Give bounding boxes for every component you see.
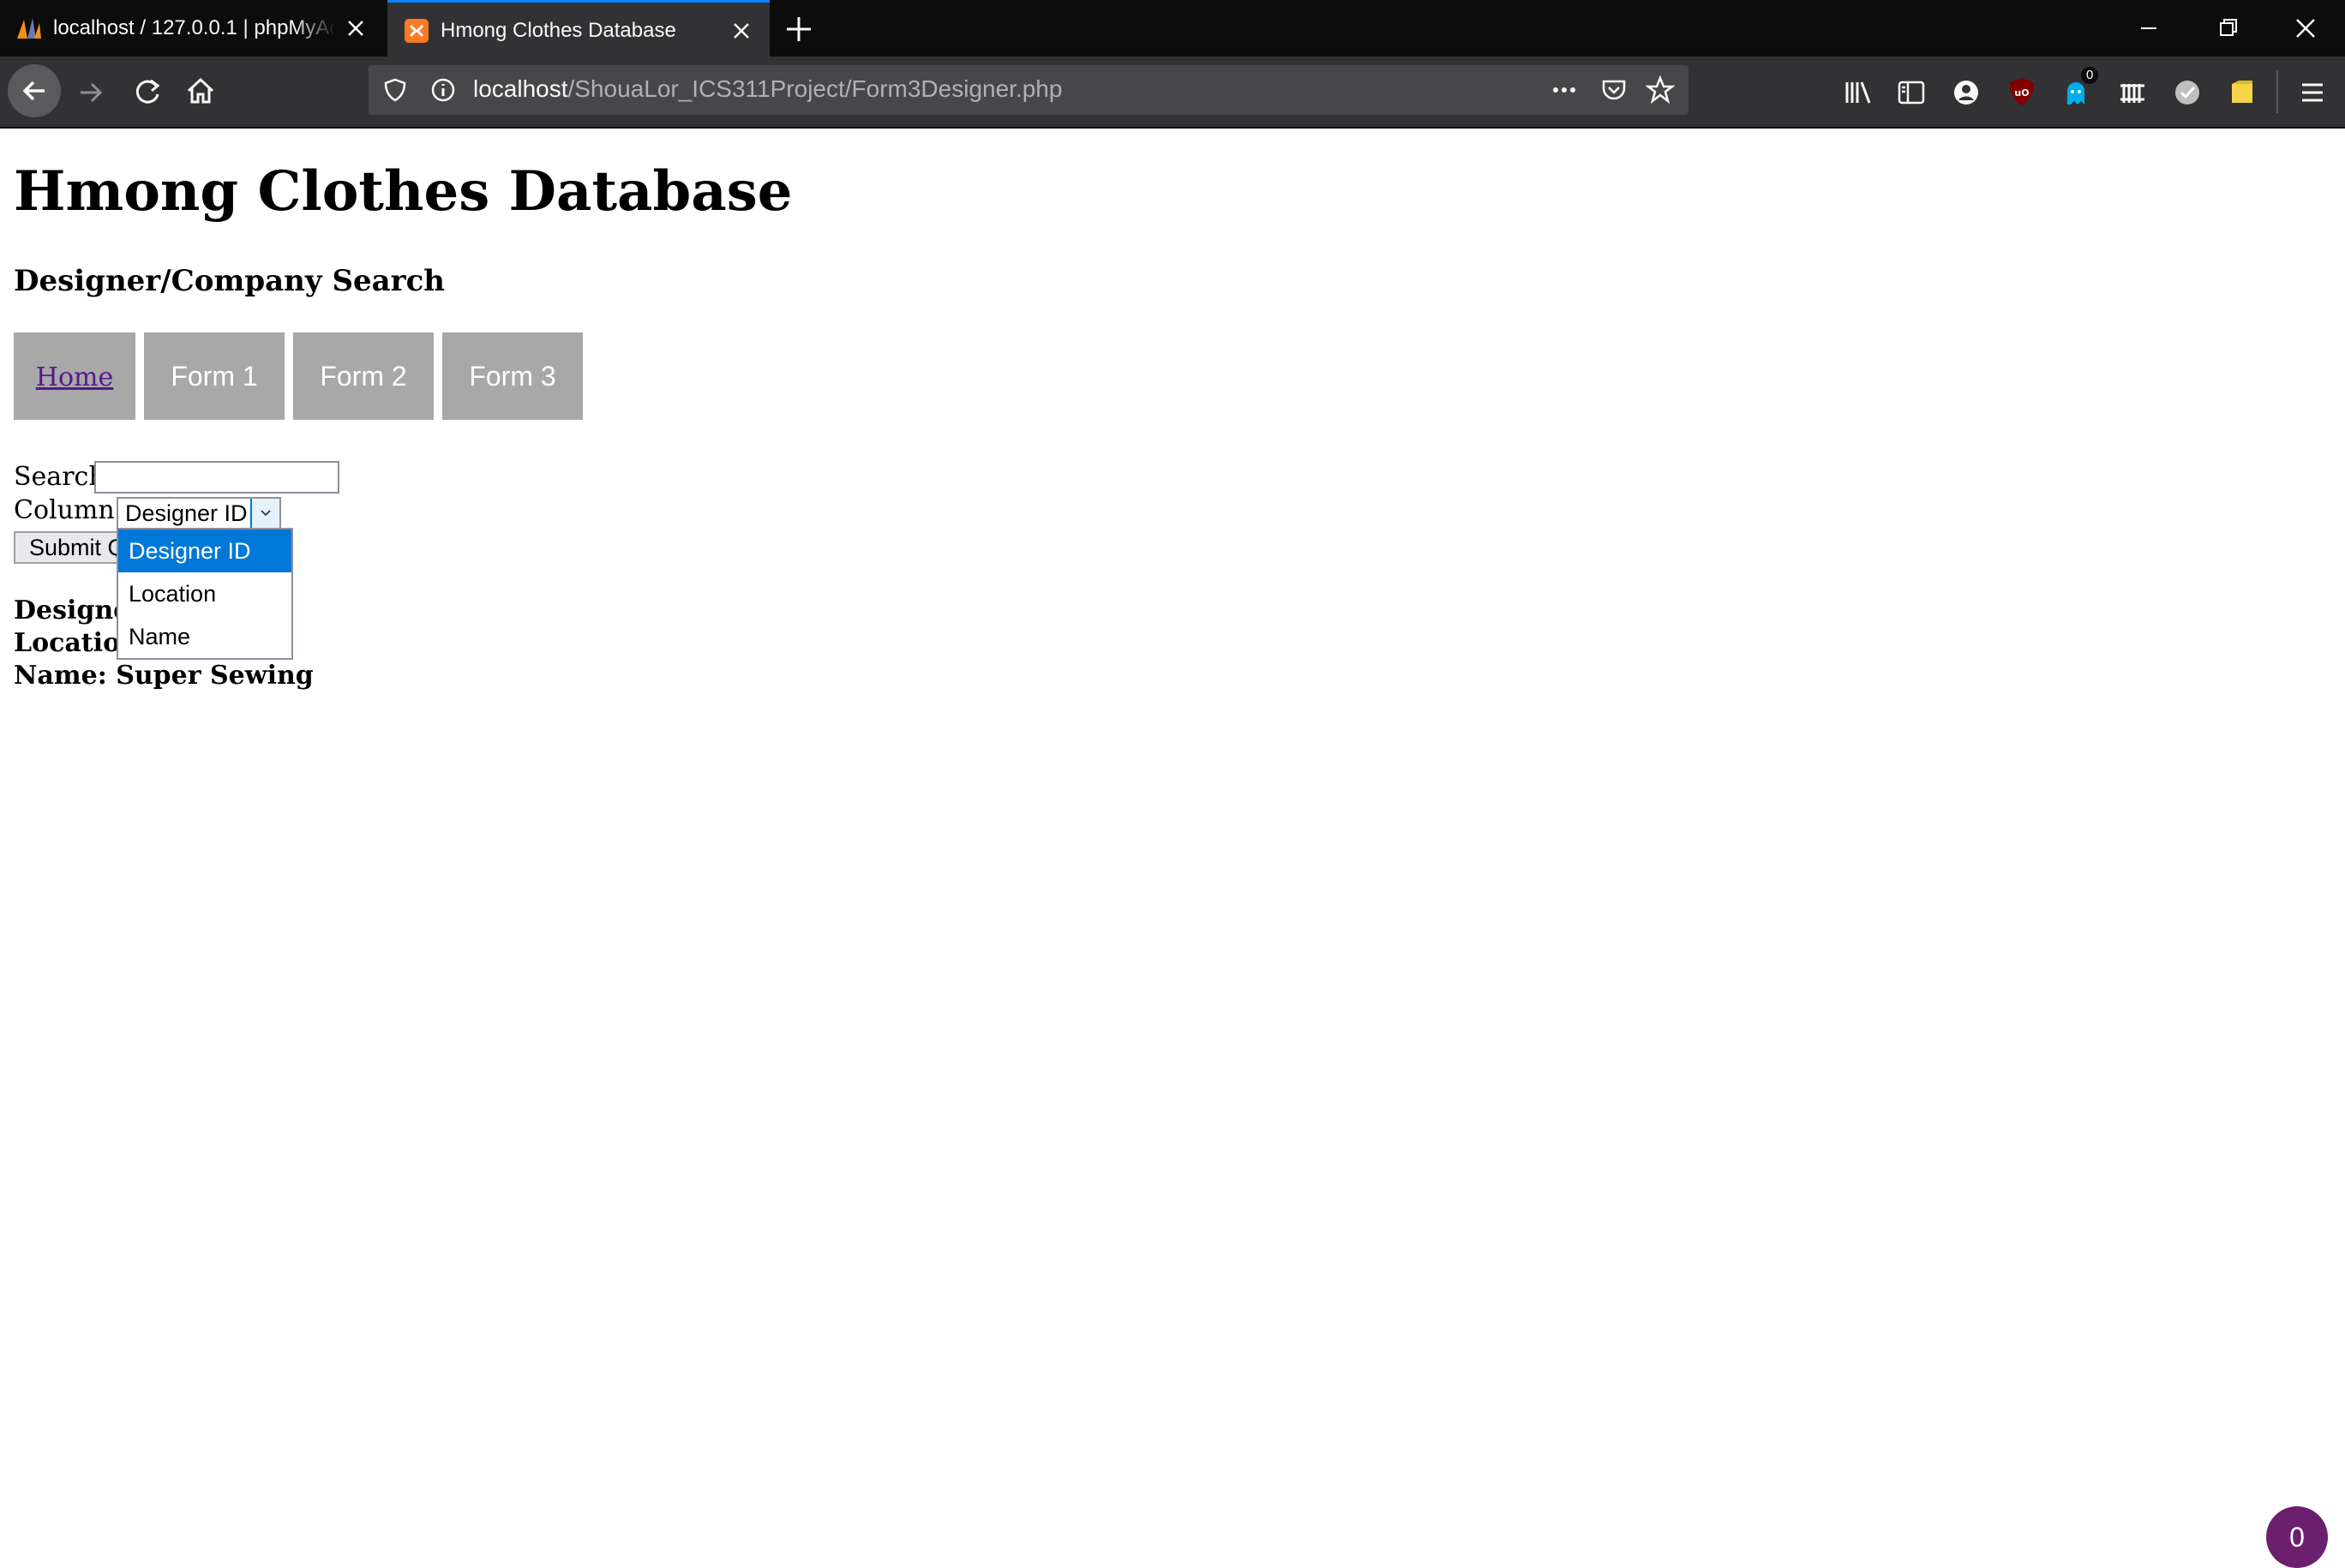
- tab-title: Hmong Clothes Database: [441, 19, 676, 42]
- column-dropdown-list: Designer ID Location Name: [117, 528, 293, 660]
- bookmark-star-icon[interactable]: [1646, 75, 1675, 105]
- ublock-icon[interactable]: uO: [2006, 75, 2038, 108]
- close-tab-icon[interactable]: [729, 18, 754, 44]
- home-icon[interactable]: [183, 74, 218, 108]
- privacy-extension-icon[interactable]: [2117, 77, 2148, 108]
- svg-text:uO: uO: [2014, 87, 2029, 99]
- tab-strip: localhost / 127.0.0.1 | phpMyAdmin Hmong…: [0, 0, 2345, 57]
- check-extension-icon[interactable]: [2172, 77, 2203, 108]
- column-option-designer-id[interactable]: Designer ID: [118, 530, 291, 572]
- column-option-name[interactable]: Name: [118, 615, 291, 658]
- column-select-value: Designer ID: [125, 500, 248, 526]
- search-label: Search: [14, 462, 105, 492]
- notes-extension-icon[interactable]: [2227, 77, 2258, 108]
- result-name: Name: Super Sewing: [14, 661, 314, 691]
- phpmyadmin-icon: [17, 18, 41, 39]
- page-title: Hmong Clothes Database: [14, 159, 793, 224]
- extension-badge: 0: [2081, 67, 2099, 84]
- xampp-icon: [405, 19, 429, 43]
- url-text: localhost/ShouaLor_ICS311Project/Form3De…: [473, 75, 1062, 103]
- nav-home-link[interactable]: Home: [36, 362, 113, 392]
- pocket-icon[interactable]: [1599, 75, 1628, 105]
- url-host: localhost: [473, 75, 568, 102]
- nav-form3-button[interactable]: Form 3: [442, 332, 583, 420]
- page-subtitle: Designer/Company Search: [14, 264, 446, 298]
- close-tab-icon[interactable]: [343, 15, 369, 41]
- nav-toolbar: localhost/ShouaLor_ICS311Project/Form3De…: [0, 57, 2345, 129]
- account-icon[interactable]: [1951, 77, 1982, 108]
- nav-home-button[interactable]: Home: [14, 332, 135, 420]
- column-label: Column:: [14, 495, 123, 525]
- nav-form1-button[interactable]: Form 1: [144, 332, 285, 420]
- chevron-down-icon[interactable]: [250, 499, 279, 528]
- shield-icon[interactable]: [382, 77, 408, 103]
- new-tab-icon[interactable]: [782, 12, 816, 46]
- library-icon[interactable]: [1843, 77, 1874, 108]
- search-input[interactable]: [94, 461, 339, 494]
- page-content: Hmong Clothes Database Designer/Company …: [0, 129, 2345, 1568]
- page-actions-icon[interactable]: [1550, 77, 1579, 103]
- sidebar-icon[interactable]: [1896, 77, 1927, 108]
- url-path: /ShouaLor_ICS311Project/Form3Designer.ph…: [567, 75, 1063, 102]
- minimize-icon[interactable]: [2108, 0, 2187, 57]
- column-option-location[interactable]: Location: [118, 572, 291, 615]
- forward-icon[interactable]: [74, 75, 108, 110]
- hamburger-menu-icon[interactable]: [2297, 77, 2328, 108]
- tab-phpmyadmin[interactable]: localhost / 127.0.0.1 | phpMyAdmin: [0, 0, 384, 57]
- url-bar[interactable]: localhost/ShouaLor_ICS311Project/Form3De…: [369, 65, 1688, 115]
- back-icon[interactable]: [7, 63, 62, 118]
- restore-icon[interactable]: [2187, 0, 2266, 57]
- site-info-icon[interactable]: [430, 77, 456, 103]
- notification-count-button[interactable]: 0: [2266, 1506, 2328, 1568]
- toolbar-separator: [2276, 70, 2278, 113]
- close-window-icon[interactable]: [2266, 0, 2345, 57]
- tab-hmong-clothes[interactable]: Hmong Clothes Database: [387, 0, 770, 57]
- nav-form2-button[interactable]: Form 2: [293, 332, 434, 420]
- tab-title: localhost / 127.0.0.1 | phpMyAdmin: [53, 16, 336, 39]
- column-select[interactable]: Designer ID: [117, 497, 281, 530]
- reload-icon[interactable]: [130, 74, 165, 108]
